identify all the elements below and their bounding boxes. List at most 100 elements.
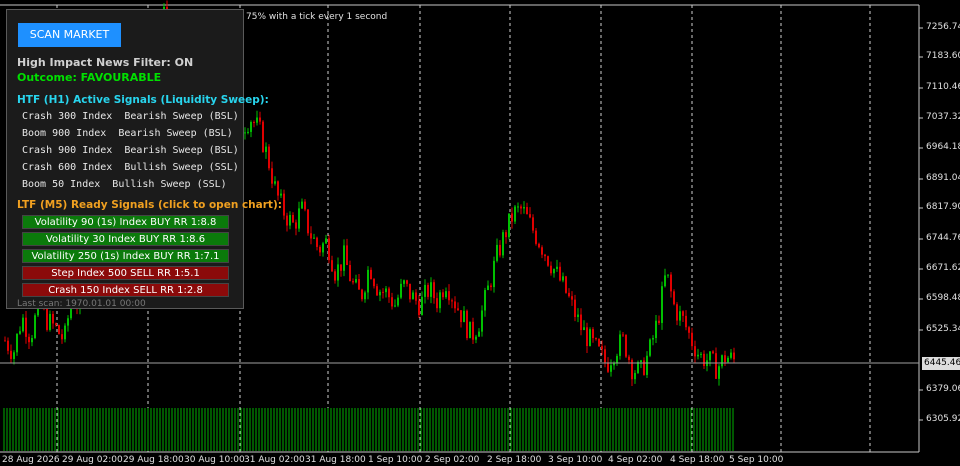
candle-body: [619, 334, 621, 356]
candle-body: [412, 292, 414, 300]
candle-body: [409, 283, 411, 300]
candle-body: [283, 193, 285, 216]
candle-body: [511, 213, 513, 222]
candle-body: [271, 168, 273, 184]
candle-body: [337, 264, 339, 281]
date-tick-label: 30 Aug 10:00: [184, 455, 245, 465]
candle-body: [370, 269, 372, 280]
candle-body: [4, 340, 6, 342]
candle-body: [16, 333, 18, 353]
candle-body: [466, 310, 468, 339]
candle-body: [733, 352, 735, 360]
ltf-signal-button[interactable]: Step Index 500 SELL RR 1:5.1: [22, 266, 229, 280]
candle-body: [682, 311, 684, 316]
ltf-signal-button[interactable]: Volatility 250 (1s) Index BUY RR 1:7.1: [22, 249, 229, 263]
candle-body: [355, 279, 357, 283]
candle-body: [421, 296, 423, 315]
candle-body: [565, 276, 567, 293]
htf-signal-row: Crash 900 Index Bearish Sweep (BSL): [22, 145, 239, 156]
candle-body: [358, 279, 360, 290]
date-tick-label: 5 Sep 10:00: [729, 455, 784, 465]
chart-notice: 75% with a tick every 1 second: [246, 12, 388, 22]
candle-body: [343, 245, 345, 271]
candle-body: [664, 275, 666, 287]
scan-market-button[interactable]: SCAN MARKET: [18, 23, 121, 47]
candle-body: [322, 243, 324, 253]
candle-body: [424, 284, 426, 297]
candle-body: [520, 206, 522, 209]
candle-body: [493, 260, 495, 288]
candle-body: [364, 292, 366, 300]
ltf-signal-button[interactable]: Volatility 30 Index BUY RR 1:8.6: [22, 232, 229, 246]
candle-body: [538, 243, 540, 248]
ltf-signal-button[interactable]: Crash 150 Index SELL RR 1:2.8: [22, 283, 229, 297]
candle-body: [445, 291, 447, 298]
price-tick-label: 7110.46: [926, 82, 960, 92]
candle-body: [709, 351, 711, 361]
candle-body: [244, 132, 246, 134]
candle-body: [436, 298, 438, 309]
candle-body: [274, 181, 276, 184]
price-tick-label: 6671.62: [926, 263, 960, 273]
candle-body: [568, 292, 570, 297]
candle-body: [724, 355, 726, 363]
date-tick-label: 3 Sep 10:00: [548, 455, 603, 465]
candle-body: [418, 300, 420, 315]
candle-body: [616, 355, 618, 363]
candle-body: [304, 201, 306, 210]
candle-body: [352, 281, 354, 283]
candle-body: [262, 121, 264, 152]
candle-body: [685, 315, 687, 328]
candle-body: [472, 321, 474, 340]
candle-body: [28, 336, 30, 343]
candle-body: [34, 315, 36, 339]
candle-body: [55, 323, 57, 326]
candle-body: [64, 325, 66, 340]
candle-body: [604, 349, 606, 363]
candle-body: [442, 292, 444, 298]
price-tick-label: 6744.76: [926, 233, 960, 243]
candle-body: [340, 264, 342, 271]
price-tick-label: 7183.60: [926, 51, 960, 61]
candle-body: [721, 355, 723, 367]
candle-body: [307, 209, 309, 234]
candle-body: [634, 372, 636, 380]
candle-body: [310, 233, 312, 239]
date-tick-label: 29 Aug 18:00: [123, 455, 184, 465]
candle-body: [622, 334, 624, 336]
candle-body: [334, 271, 336, 281]
candle-body: [460, 310, 462, 323]
candle-body: [595, 338, 597, 340]
candle-body: [49, 313, 51, 330]
date-tick-label: 4 Sep 02:00: [608, 455, 663, 465]
candle-body: [253, 121, 255, 123]
candle-body: [457, 308, 459, 311]
candle-body: [694, 346, 696, 357]
candle-body: [397, 297, 399, 306]
candle-body: [385, 288, 387, 293]
candle-body: [700, 353, 702, 355]
candle-body: [67, 318, 69, 326]
candle-body: [298, 208, 300, 229]
candle-body: [286, 215, 288, 226]
candle-body: [589, 329, 591, 347]
candle-body: [505, 232, 507, 238]
candle-body: [550, 265, 552, 274]
candle-body: [400, 283, 402, 298]
candle-body: [586, 327, 588, 347]
candle-body: [427, 284, 429, 297]
candle-body: [517, 206, 519, 208]
candle-body: [373, 279, 375, 287]
price-tick-label: 6525.34: [926, 324, 960, 334]
candle-body: [580, 314, 582, 331]
candle-body: [601, 346, 603, 350]
candle-body: [514, 206, 516, 222]
candle-body: [526, 207, 528, 215]
candle-body: [712, 351, 714, 354]
candle-body: [730, 352, 732, 358]
candle-body: [259, 117, 261, 122]
candle-body: [379, 291, 381, 296]
candle-body: [598, 339, 600, 347]
candle-body: [640, 360, 642, 363]
ltf-signal-button[interactable]: Volatility 90 (1s) Index BUY RR 1:8.8: [22, 215, 229, 229]
